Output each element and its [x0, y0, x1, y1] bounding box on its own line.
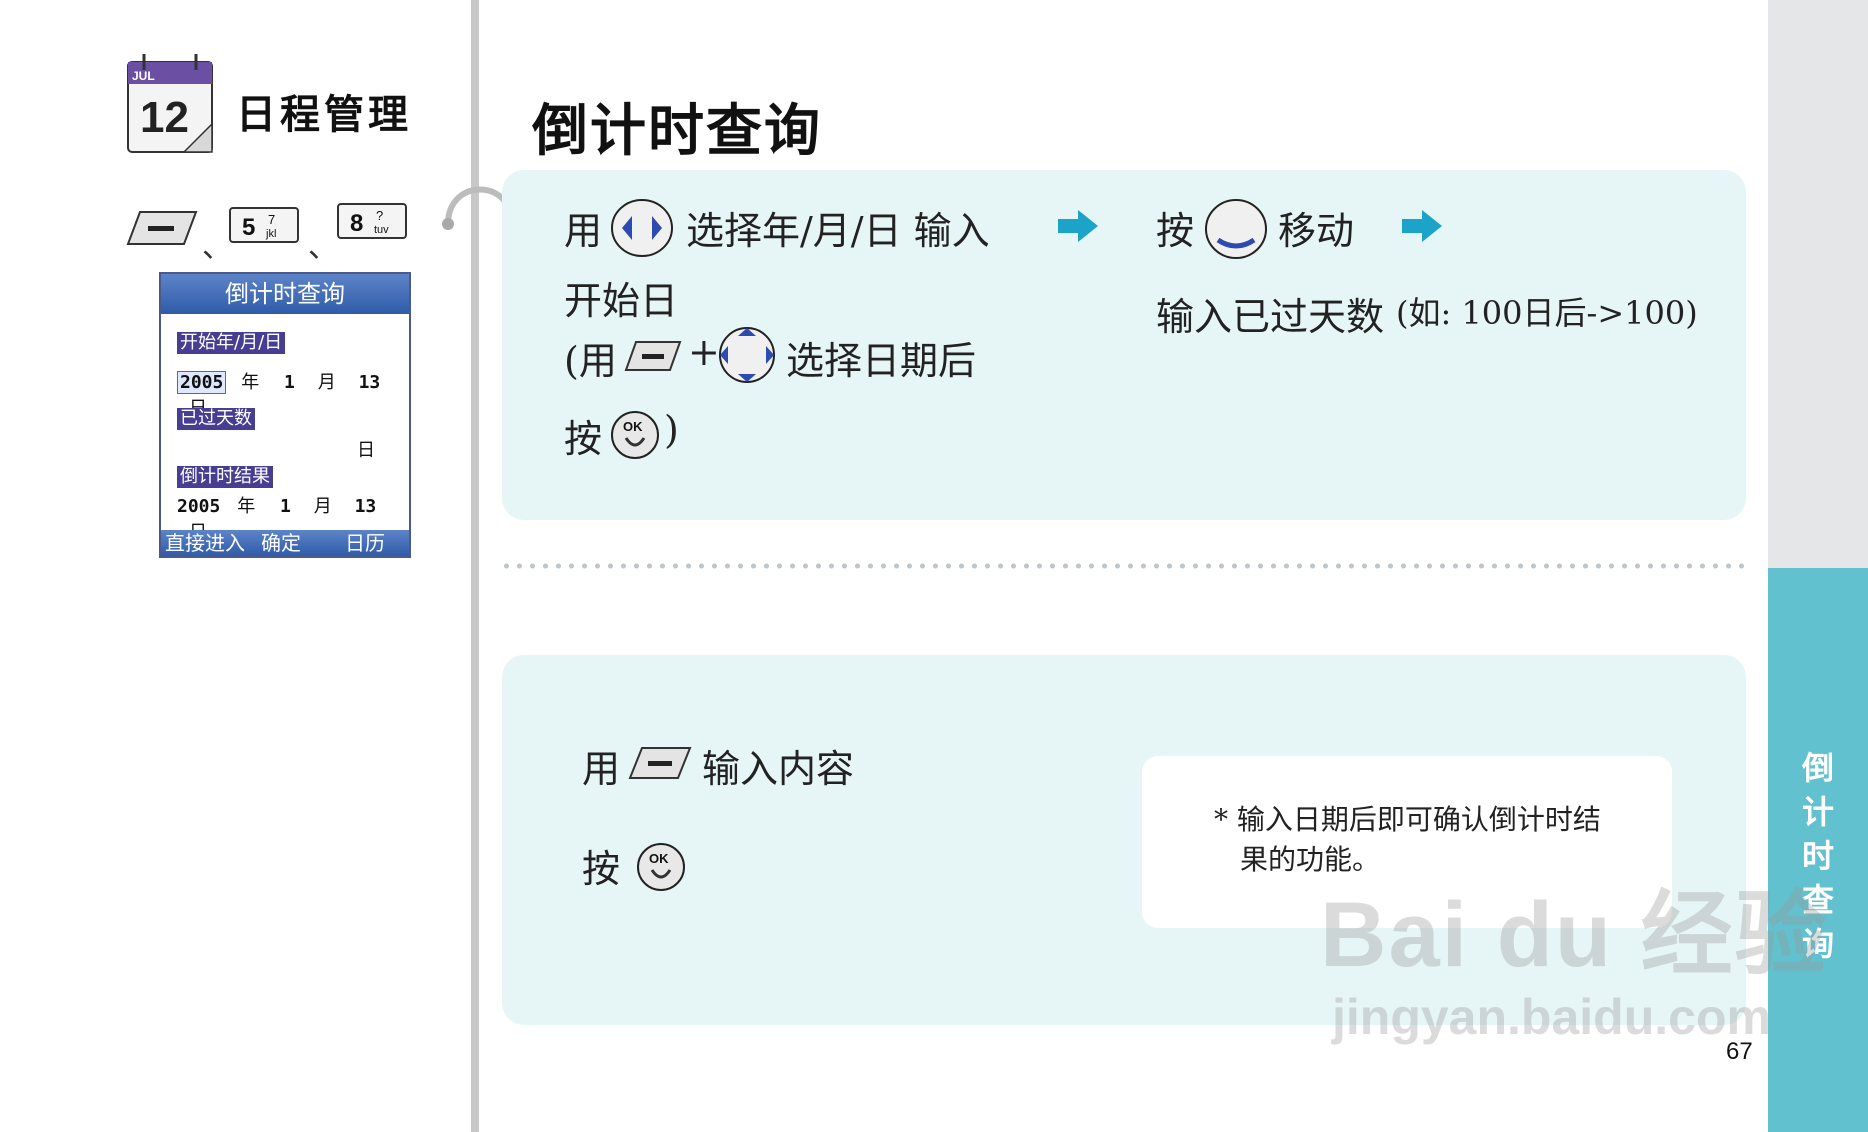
step2-example: (如: 100日后->100)	[1396, 294, 1698, 332]
page-title: 倒计时查询	[532, 99, 822, 164]
step2-move: 移动	[1278, 209, 1355, 253]
arrow-right-icon	[1402, 210, 1442, 242]
p2-use: 用	[582, 747, 621, 791]
svg-text:tuv: tuv	[374, 224, 389, 236]
nav-left-right-key-icon	[611, 199, 673, 257]
result-label: 倒计时结果	[177, 466, 273, 488]
step1-use: 用	[564, 209, 603, 253]
step1-paren-close: )	[664, 408, 679, 452]
side-strip-top	[1768, 0, 1868, 568]
p2-press: 按	[582, 847, 621, 891]
start-day-field[interactable]: 13	[359, 372, 381, 393]
key-separator: 、	[308, 230, 338, 265]
p2-input-content: 输入内容	[702, 747, 855, 791]
step1-paren-use: (用	[564, 339, 617, 383]
arrow-right-icon	[1058, 210, 1098, 242]
side-strip: 倒 计 时 查 询	[1768, 568, 1868, 1132]
softkey-direct[interactable]: 直接进入	[165, 530, 245, 556]
svg-text:5: 5	[242, 214, 255, 241]
svg-text:8: 8	[350, 210, 363, 237]
svg-text:7: 7	[268, 212, 275, 227]
dotted-separator	[500, 563, 1748, 569]
svg-text:OK: OK	[649, 851, 669, 866]
step2-press: 按	[1156, 209, 1195, 253]
section-title: 日程管理	[236, 92, 412, 138]
key-5-icon: 5 7 jkl	[229, 207, 299, 243]
ok-key-icon: OK	[637, 843, 685, 891]
watermark-logo-text: Bai du 经验	[1320, 884, 1829, 986]
menu-softkey-icon	[624, 341, 682, 371]
start-month-field[interactable]: 1	[284, 372, 295, 393]
calendar-month: JUL	[132, 69, 155, 83]
svg-text:OK: OK	[623, 419, 643, 434]
key-8-icon: 8 ? tuv	[337, 203, 407, 239]
menu-softkey-icon	[126, 211, 198, 245]
nav-4way-key-icon	[719, 327, 775, 383]
watermark-url: jingyan.baidu.com	[1332, 989, 1771, 1045]
softkey-calendar[interactable]: 日历	[345, 530, 385, 556]
start-year-field[interactable]: 2005	[177, 371, 227, 394]
start-date-label: 开始年/月/日	[177, 332, 286, 354]
elapsed-days-unit[interactable]: 日	[357, 436, 375, 462]
softkey-confirm[interactable]: 确定	[261, 530, 301, 556]
column-divider	[471, 0, 479, 1132]
elapsed-days-label: 已过天数	[177, 408, 255, 430]
ok-key-icon: OK	[611, 411, 659, 459]
menu-softkey-icon	[628, 747, 692, 779]
step2-input-days: 输入已过天数	[1156, 295, 1385, 339]
calendar-day: 12	[140, 93, 189, 142]
svg-text:jkl: jkl	[265, 228, 276, 240]
note-line-1: * 输入日期后即可确认倒计时结	[1214, 803, 1601, 836]
calendar-icon: JUL 12	[127, 54, 213, 153]
phone-screen: 倒计时查询 开始年/月/日 2005 年 1 月 13 日 已过天数 日 倒计时…	[159, 272, 411, 558]
step1-press: 按	[564, 417, 603, 461]
step1-start-day: 开始日	[564, 279, 679, 323]
phone-screen-title: 倒计时查询	[161, 274, 409, 314]
phone-softkey-bar: 直接进入 确定 日历	[161, 530, 409, 556]
step1-plus: +	[688, 330, 720, 374]
svg-text:?: ?	[376, 208, 383, 223]
step1-select-date: 选择日期后	[786, 339, 977, 383]
step1-select-text: 选择年/月/日 输入	[686, 209, 990, 253]
nav-down-key-icon	[1205, 199, 1267, 259]
